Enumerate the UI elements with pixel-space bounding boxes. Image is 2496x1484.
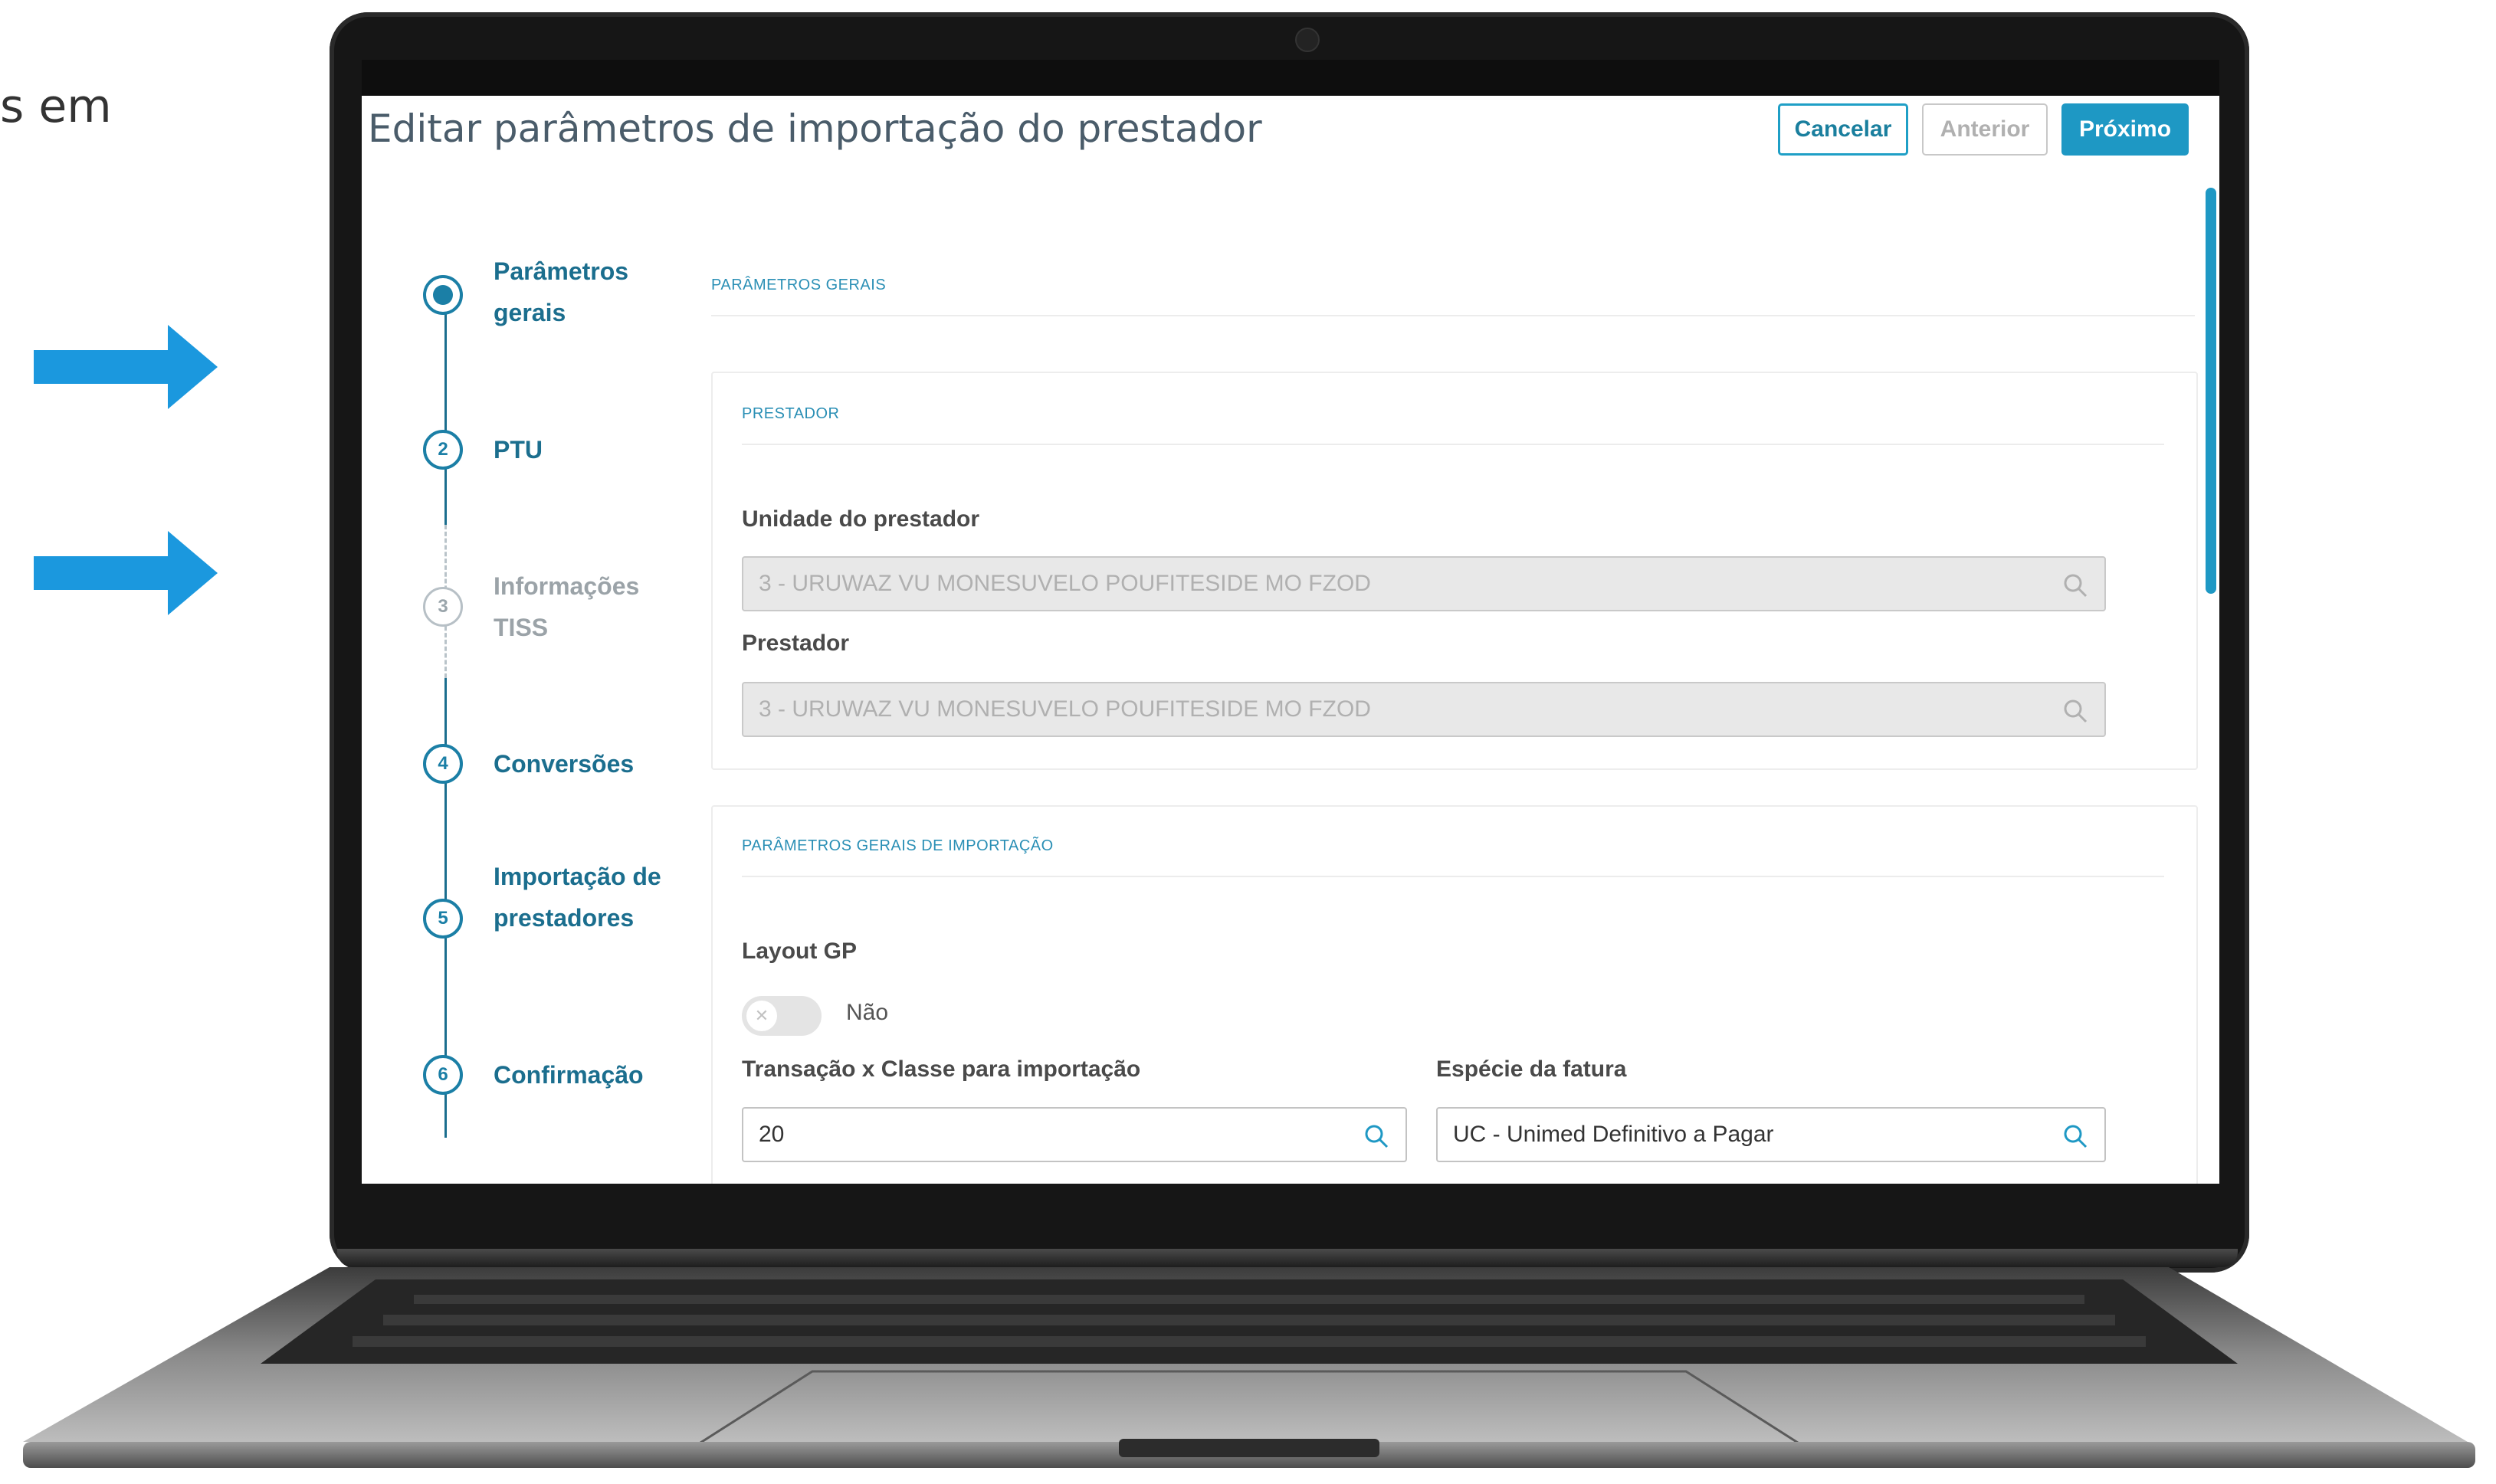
step-4-indicator[interactable]: 4: [423, 744, 463, 784]
step-4-label[interactable]: Conversões: [494, 743, 662, 785]
vertical-scrollbar[interactable]: [2206, 188, 2216, 594]
step-6-indicator[interactable]: 6: [423, 1055, 463, 1095]
step-1-indicator[interactable]: [423, 275, 463, 315]
layout-gp-label: Layout GP: [742, 939, 858, 964]
especie-label: Espécie da fatura: [1436, 1056, 1627, 1082]
especie-value: UC - Unimed Definitivo a Pagar: [1453, 1122, 1774, 1147]
especie-field[interactable]: UC - Unimed Definitivo a Pagar: [1436, 1107, 2106, 1162]
step-3-label: Informações TISS: [494, 572, 640, 641]
laptop-base: [15, 1264, 2483, 1484]
search-icon: [2063, 699, 2088, 723]
section-divider: [711, 315, 2195, 316]
app-screen: Editar parâmetros de importação do prest…: [362, 96, 2219, 1184]
step-2-label[interactable]: PTU: [494, 429, 662, 470]
stepper-connector: [444, 293, 447, 525]
step-2-indicator[interactable]: 2: [423, 430, 463, 470]
step-3-indicator: 3: [423, 587, 463, 627]
transacao-field[interactable]: 20: [742, 1107, 1407, 1162]
unidade-label: Unidade do prestador: [742, 506, 980, 532]
camera-icon: [1295, 28, 1320, 52]
section-title: PARÂMETROS GERAIS: [711, 277, 887, 293]
card-divider: [742, 444, 2164, 445]
transacao-label: Transação x Classe para importação: [742, 1056, 1141, 1082]
prestador-label: Prestador: [742, 631, 850, 656]
prestador-field: 3 - URUWAZ VU MONESUVELO POUFITESIDE MO …: [742, 682, 2106, 737]
search-icon[interactable]: [2063, 1124, 2088, 1148]
step-1-label[interactable]: Parâmetros gerais: [494, 251, 662, 333]
prestador-card-title: PRESTADOR: [742, 405, 840, 422]
screen-bezel: [362, 60, 2219, 97]
toggle-off-icon: ✕: [746, 1001, 777, 1031]
previous-button[interactable]: Anterior: [1922, 103, 2048, 156]
card-divider: [742, 876, 2164, 877]
prestador-value: 3 - URUWAZ VU MONESUVELO POUFITESIDE MO …: [759, 696, 1371, 722]
layout-gp-toggle-text: Não: [846, 1000, 889, 1025]
arrow-right-icon: [34, 531, 218, 615]
step-5-label[interactable]: Importação de prestadores: [494, 856, 662, 939]
arrow-right-icon: [34, 325, 218, 409]
unidade-value: 3 - URUWAZ VU MONESUVELO POUFITESIDE MO …: [759, 571, 1371, 596]
next-button[interactable]: Próximo: [2061, 103, 2189, 156]
step-5-indicator[interactable]: 5: [423, 899, 463, 939]
slide-text-fragment: s em: [0, 80, 112, 133]
unidade-field: 3 - URUWAZ VU MONESUVELO POUFITESIDE MO …: [742, 556, 2106, 611]
cancel-button[interactable]: Cancelar: [1778, 103, 1908, 156]
step-6-label[interactable]: Confirmação: [494, 1054, 662, 1096]
page-title: Editar parâmetros de importação do prest…: [368, 106, 1262, 151]
search-icon[interactable]: [1364, 1124, 1389, 1148]
layout-gp-toggle[interactable]: ✕: [742, 996, 822, 1036]
import-card-title: PARÂMETROS GERAIS DE IMPORTAÇÃO: [742, 837, 1054, 854]
search-icon: [2063, 573, 2088, 598]
transacao-value: 20: [759, 1122, 785, 1147]
